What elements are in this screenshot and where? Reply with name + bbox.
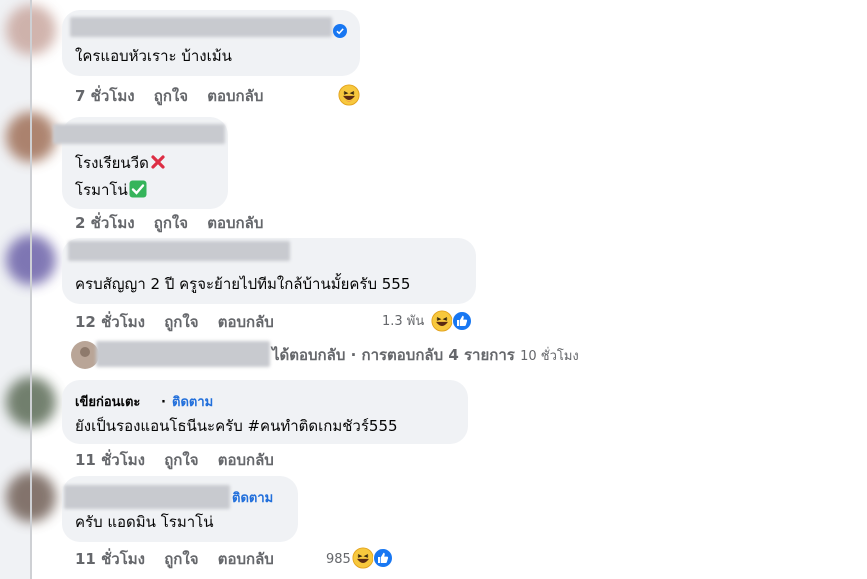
comment-line-text: โรงเรียนวีด	[75, 154, 149, 172]
like-reaction-icon[interactable]	[373, 548, 393, 568]
comment-timestamp[interactable]: 7 ชั่วโมง	[75, 87, 135, 105]
comment-actions: 7 ชั่วโมง ถูกใจ ตอบกลับ	[75, 86, 263, 106]
cross-mark-icon	[151, 155, 165, 169]
verified-badge-icon	[333, 24, 347, 38]
comment-timestamp[interactable]: 11 ชั่วโมง	[75, 550, 145, 568]
comment-actions: 11 ชั่วโมง ถูกใจ ตอบกลับ	[75, 549, 274, 569]
thread-line	[30, 0, 32, 579]
reaction-count[interactable]: 1.3 พัน	[382, 313, 424, 331]
comment-text-line: โรงเรียนวีด	[75, 153, 166, 173]
replies-summary-text[interactable]: ได้ตอบกลับ · การตอบกลับ 4 รายการ	[272, 346, 515, 364]
haha-emoji-icon[interactable]	[431, 310, 453, 332]
like-button[interactable]: ถูกใจ	[154, 214, 188, 232]
name-separator: ·	[161, 395, 166, 410]
like-button[interactable]: ถูกใจ	[164, 313, 198, 331]
comment-line-text: โรมาโน่	[75, 181, 128, 199]
replies-timestamp: 10 ชั่วโมง	[520, 349, 579, 364]
reply-button[interactable]: ตอบกลับ	[207, 87, 263, 105]
comment-timestamp[interactable]: 2 ชั่วโมง	[75, 214, 135, 232]
reply-button[interactable]: ตอบกลับ	[218, 313, 274, 331]
comment-timestamp[interactable]: 12 ชั่วโมง	[75, 313, 145, 331]
comment-text-line: โรมาโน่	[75, 180, 147, 200]
reaction-count[interactable]: 985	[326, 551, 351, 569]
follow-button[interactable]: ติดตาม	[232, 490, 273, 508]
comment-timestamp[interactable]: 11 ชั่วโมง	[75, 451, 145, 469]
reply-button[interactable]: ตอบกลับ	[218, 550, 274, 568]
like-button[interactable]: ถูกใจ	[164, 550, 198, 568]
commenter-name-redacted[interactable]	[64, 485, 230, 509]
follow-button[interactable]: ติดตาม	[172, 394, 213, 412]
commenter-name[interactable]: เขียก่อนเตะ	[75, 394, 140, 412]
check-mark-icon	[129, 180, 147, 198]
view-replies-link[interactable]: ได้ตอบกลับ · การตอบกลับ 4 รายการ 10 ชั่ว…	[272, 345, 579, 367]
comment-actions: 11 ชั่วโมง ถูกใจ ตอบกลับ	[75, 450, 274, 470]
commenter-name-redacted[interactable]	[53, 124, 225, 144]
commenter-name-redacted[interactable]	[70, 17, 332, 37]
reply-button[interactable]: ตอบกลับ	[207, 214, 263, 232]
replier-name-redacted[interactable]	[96, 341, 270, 367]
comment-text: ครับ แอดมิน โรมาโน่	[75, 513, 214, 531]
comment-actions: 12 ชั่วโมง ถูกใจ ตอบกลับ	[75, 312, 274, 332]
haha-emoji-icon[interactable]	[352, 547, 374, 569]
comment-text: ครบสัญญา 2 ปี ครูจะย้ายไปทีมใกล้บ้านมั้ย…	[75, 275, 411, 293]
reply-button[interactable]: ตอบกลับ	[218, 451, 274, 469]
like-button[interactable]: ถูกใจ	[154, 87, 188, 105]
comment-actions: 2 ชั่วโมง ถูกใจ ตอบกลับ	[75, 213, 263, 233]
commenter-name-redacted[interactable]	[68, 241, 290, 261]
like-button[interactable]: ถูกใจ	[164, 451, 198, 469]
comment-text: ยังเป็นรองแอนโธนีนะครับ #คนทำติดเกมชัวร์…	[75, 417, 398, 435]
comment-text: ใครแอบหัวเราะ บ้างเม้น	[75, 47, 232, 65]
like-reaction-icon[interactable]	[452, 311, 472, 331]
haha-emoji-icon[interactable]	[338, 84, 360, 106]
